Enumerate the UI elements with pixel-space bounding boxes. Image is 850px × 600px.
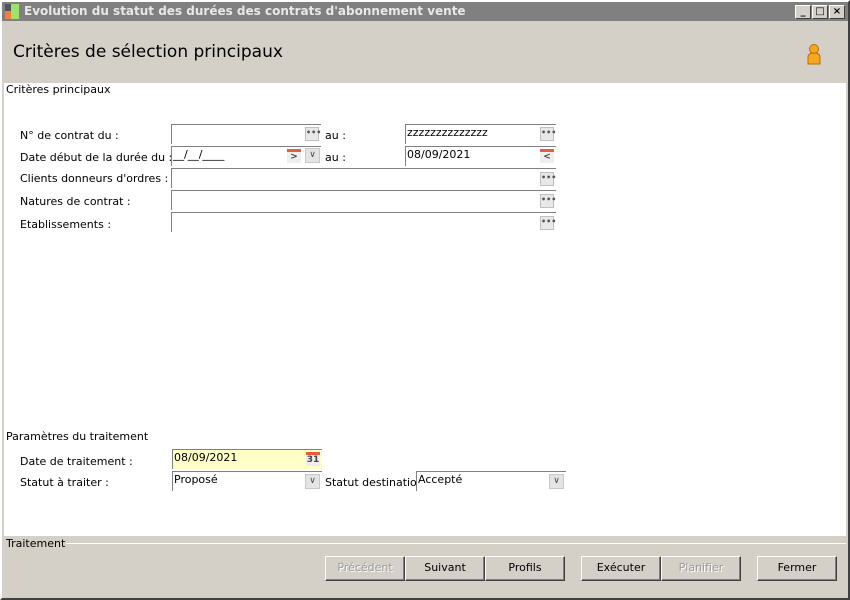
start-date-label: Date début de la durée du :: [20, 151, 173, 164]
start-date-to-label: au :: [325, 151, 346, 164]
natures-ellipsis-button[interactable]: •••: [540, 194, 556, 208]
status-label: Statut à traiter :: [20, 476, 109, 489]
app-icon: [5, 4, 19, 19]
dest-status-select[interactable]: Accepté: [416, 471, 566, 491]
start-date-to-input[interactable]: 08/09/2021: [405, 146, 556, 166]
group-divider: [100, 89, 846, 90]
calendar-icon[interactable]: 31: [306, 452, 320, 466]
next-button[interactable]: Suivant: [405, 556, 485, 581]
contract-from-input[interactable]: [171, 124, 321, 144]
clients-label: Clients donneurs d'ordres :: [20, 172, 169, 185]
status-select[interactable]: Proposé: [172, 471, 322, 491]
next-date-icon[interactable]: >: [287, 149, 301, 163]
contract-to-input[interactable]: zzzzzzzzzzzzzz: [405, 124, 556, 144]
previous-button[interactable]: Précédent: [325, 556, 405, 581]
group-divider: [58, 543, 846, 544]
minimize-button[interactable]: _: [795, 5, 811, 19]
close-button[interactable]: Fermer: [757, 556, 837, 581]
title-bar[interactable]: Evolution du statut des durées des contr…: [2, 2, 848, 21]
processing-date-label: Date de traitement :: [20, 455, 133, 468]
etablissements-ellipsis-button[interactable]: •••: [540, 216, 556, 230]
maximize-button[interactable]: □: [812, 5, 828, 19]
window-title: Evolution du statut des durées des contr…: [24, 4, 466, 18]
execute-button[interactable]: Exécuter: [581, 556, 661, 581]
previous-date-icon[interactable]: <: [540, 149, 554, 163]
contract-to-ellipsis-button[interactable]: •••: [540, 127, 556, 141]
profiles-button[interactable]: Profils: [485, 556, 565, 581]
clients-ellipsis-button[interactable]: •••: [540, 172, 556, 186]
natures-label: Natures de contrat :: [20, 195, 131, 208]
user-icon[interactable]: [806, 43, 822, 65]
chevron-down-icon[interactable]: ∨: [549, 474, 564, 489]
etablissements-input[interactable]: [171, 212, 556, 232]
chevron-down-icon[interactable]: ∨: [305, 148, 320, 163]
contract-from-label: N° de contrat du :: [20, 129, 119, 142]
schedule-button[interactable]: Planifier: [661, 556, 741, 581]
group-label-footer: Traitement: [6, 537, 67, 550]
clients-input[interactable]: [171, 168, 556, 188]
processing-date-input[interactable]: 08/09/2021: [172, 449, 322, 469]
contract-to-label: au :: [325, 129, 346, 142]
page-title: Critères de sélection principaux: [13, 42, 283, 62]
etablissements-label: Etablissements :: [20, 218, 112, 231]
group-label-processing: Paramètres du traitement: [6, 430, 153, 443]
group-divider: [134, 436, 846, 437]
natures-input[interactable]: [171, 190, 556, 210]
contract-from-ellipsis-button[interactable]: •••: [305, 127, 321, 141]
chevron-down-icon[interactable]: ∨: [305, 474, 320, 489]
close-window-button[interactable]: ×: [829, 5, 845, 19]
group-label-main-criteria: Critères principaux: [6, 83, 115, 96]
